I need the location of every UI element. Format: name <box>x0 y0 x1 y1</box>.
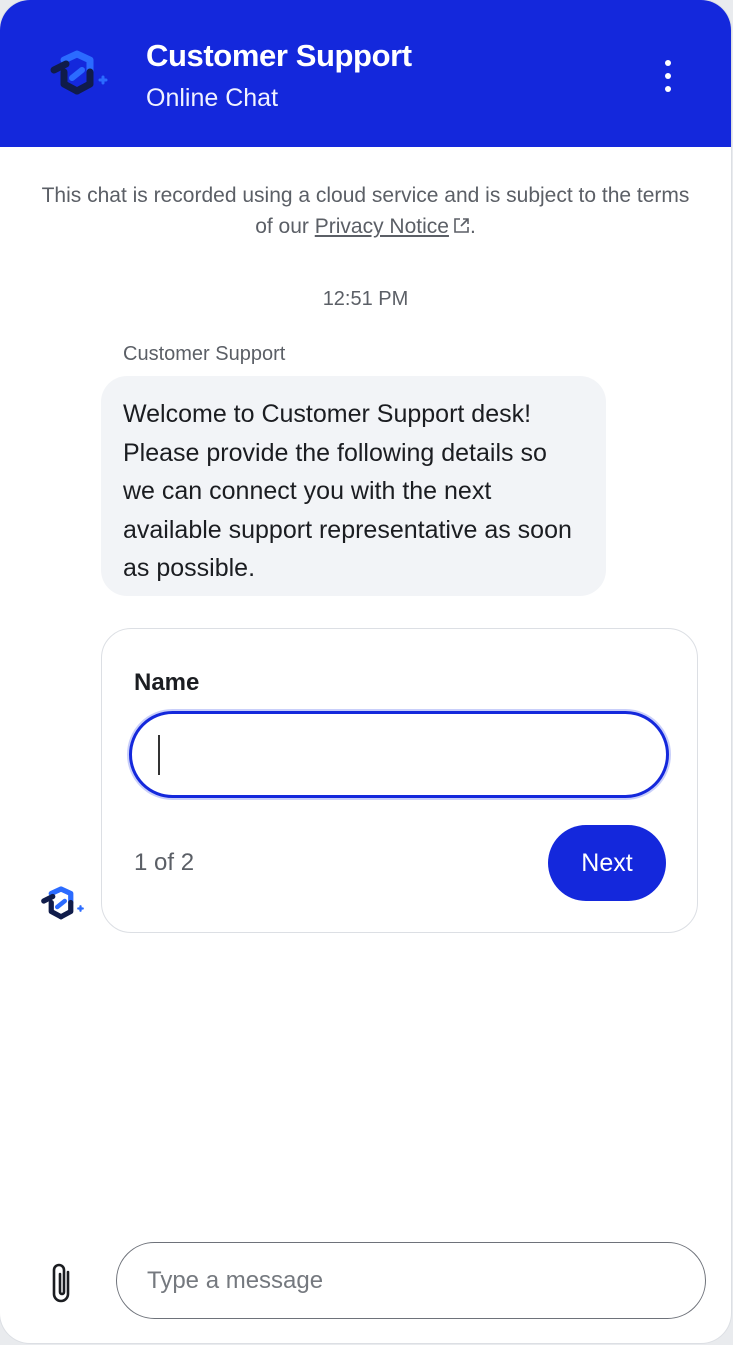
agent-avatar-icon <box>41 886 84 920</box>
chat-subtitle: Online Chat <box>146 84 279 112</box>
message-input[interactable] <box>116 1242 706 1319</box>
name-input[interactable] <box>129 711 669 798</box>
paperclip-icon[interactable] <box>46 1260 78 1308</box>
recording-notice: This chat is recorded using a cloud serv… <box>30 180 701 242</box>
more-vertical-icon-dot <box>665 86 671 92</box>
sender-name: Customer Support <box>123 343 286 365</box>
chat-title: Customer Support <box>146 38 412 73</box>
external-link-icon <box>454 218 469 233</box>
name-field-label: Name <box>134 669 200 696</box>
agent-message-bubble: Welcome to Customer Support desk! Please… <box>101 376 606 596</box>
more-vertical-icon-dot <box>665 73 671 79</box>
next-button[interactable]: Next <box>548 825 666 901</box>
form-step-indicator: 1 of 2 <box>134 849 195 876</box>
message-timestamp: 12:51 PM <box>322 288 409 310</box>
pre-chat-form-card: Name 1 of 2 Next <box>101 628 698 933</box>
more-vertical-icon <box>665 60 671 66</box>
message-composer <box>0 1225 731 1343</box>
privacy-notice-link-text: Privacy Notice <box>314 215 449 238</box>
notice-period: . <box>469 215 476 238</box>
text-cursor <box>158 735 160 775</box>
chat-window: Customer Support Online Chat This chat i… <box>0 0 731 1343</box>
privacy-notice-link[interactable]: Privacy Notice <box>315 215 470 238</box>
brand-logo-icon <box>50 50 108 95</box>
chat-header: Customer Support Online Chat <box>0 0 731 147</box>
more-options-button[interactable] <box>652 56 684 96</box>
